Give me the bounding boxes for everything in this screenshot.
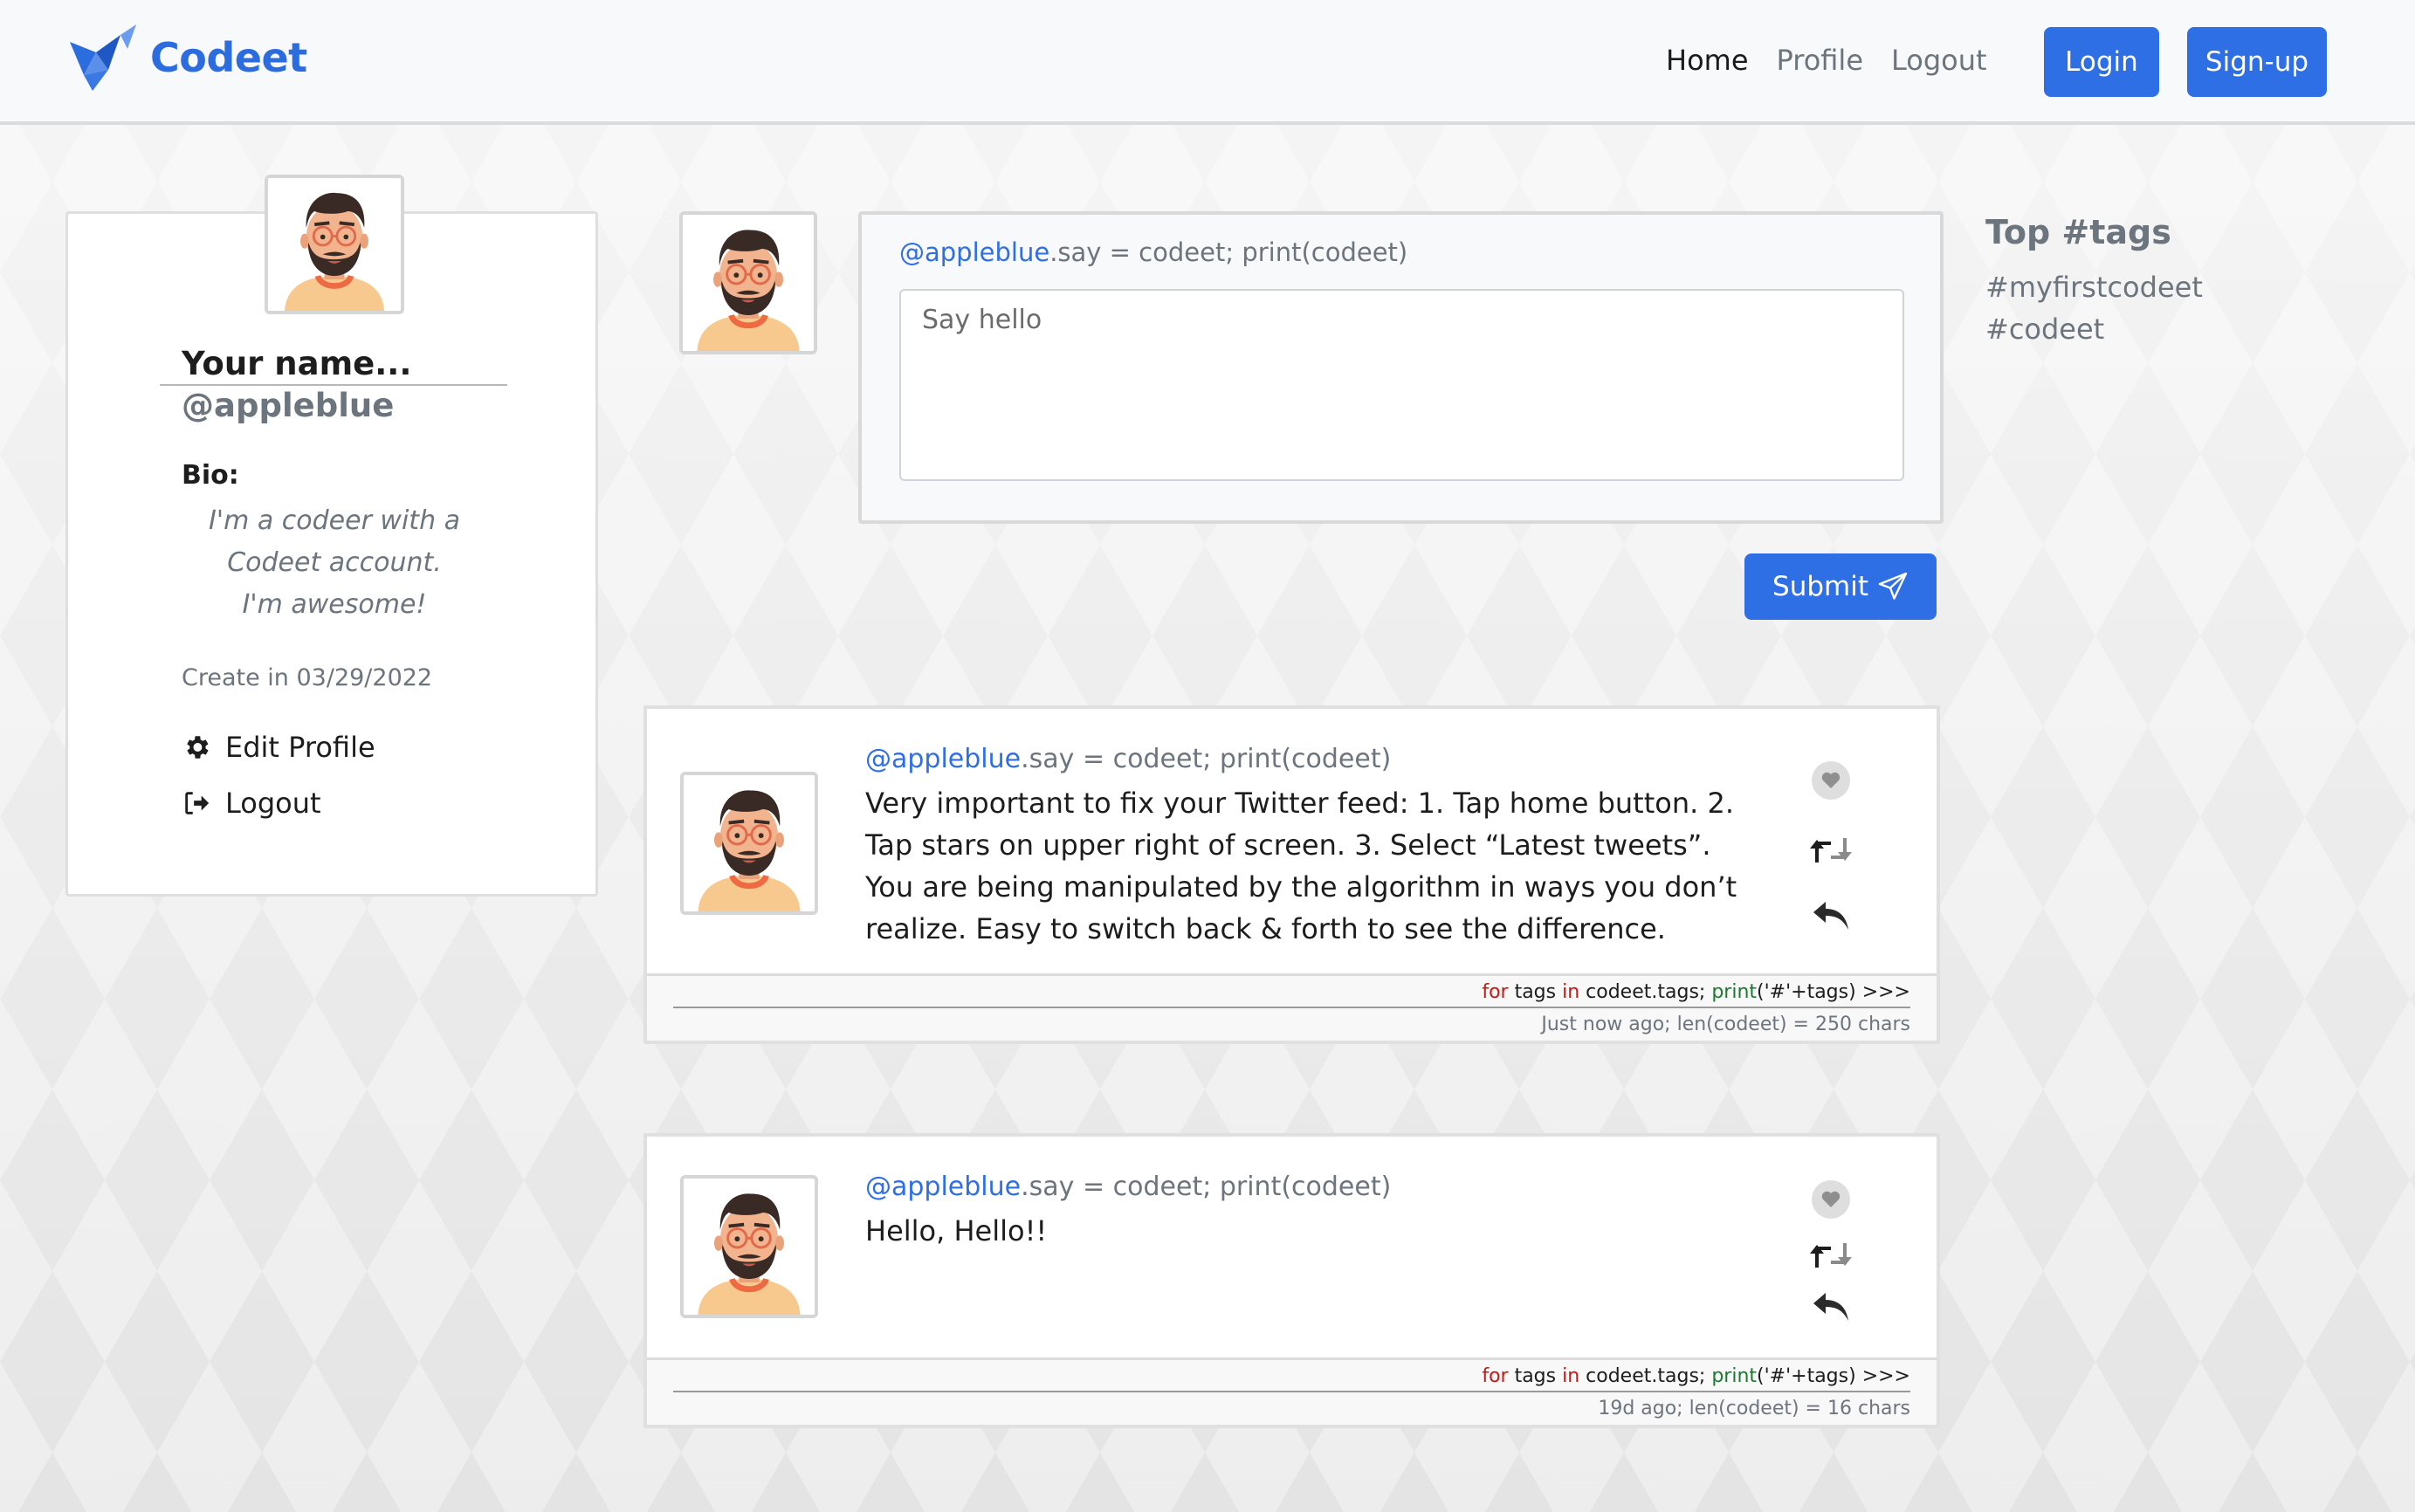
- signup-button[interactable]: Sign-up: [2187, 27, 2327, 97]
- nav-links: Home Profile Logout: [1666, 44, 1987, 77]
- like-button[interactable]: [1808, 758, 1854, 803]
- post-footer: for tags in codeet.tags; print('#'+tags)…: [647, 1357, 1937, 1425]
- code-fn: print: [1711, 981, 1758, 1003]
- logout-label: Logout: [225, 787, 321, 820]
- compose-handle[interactable]: @appleblue: [899, 237, 1049, 267]
- profile-handle: @appleblue: [182, 387, 395, 424]
- brand-name: Codeet: [150, 34, 307, 81]
- nav-logout[interactable]: Logout: [1891, 44, 1987, 77]
- post-card: @appleblue.say = codeet; print(codeet) V…: [643, 705, 1940, 1044]
- post-code-line: for tags in codeet.tags; print('#'+tags)…: [673, 1360, 1910, 1392]
- post-say-suffix: .say = codeet; print(codeet): [1021, 1172, 1392, 1202]
- bio-text: I'm a codeer with a Codeet account. I'm …: [208, 505, 461, 620]
- post-handle[interactable]: @appleblue: [865, 1172, 1021, 1202]
- post-meta: Just now ago; len(codeet) = 250 chars: [1541, 1014, 1910, 1035]
- reply-button[interactable]: [1808, 1285, 1854, 1330]
- paper-plane-icon: [1878, 572, 1908, 600]
- reply-button[interactable]: [1808, 894, 1854, 939]
- retweet-icon: [1810, 838, 1852, 863]
- avatar: [680, 772, 818, 915]
- tag-link[interactable]: #myfirstcodeet: [1985, 271, 2203, 304]
- edit-profile-label: Edit Profile: [225, 731, 375, 764]
- code-text: codeet.tags;: [1579, 981, 1712, 1003]
- heart-icon: [1812, 761, 1850, 800]
- compose-input[interactable]: [899, 289, 1904, 481]
- sign-out-icon: [185, 792, 210, 814]
- reply-icon: [1813, 902, 1848, 930]
- post-card: @appleblue.say = codeet; print(codeet) H…: [643, 1133, 1940, 1428]
- login-button[interactable]: Login: [2044, 27, 2159, 97]
- avatar: [265, 175, 404, 314]
- logout-link[interactable]: Logout: [182, 787, 321, 820]
- code-kw-in: in: [1562, 981, 1580, 1003]
- compose-say-line: @appleblue.say = codeet; print(codeet): [899, 237, 1407, 267]
- post-meta: 19d ago; len(codeet) = 16 chars: [1598, 1398, 1910, 1419]
- brand[interactable]: Codeet: [66, 23, 307, 93]
- post-say-suffix: .say = codeet; print(codeet): [1021, 744, 1392, 774]
- code-text: ('#'+tags) >>>: [1757, 981, 1910, 1003]
- created-date: Create in 03/29/2022: [182, 664, 433, 691]
- code-text: ('#'+tags) >>>: [1757, 1365, 1910, 1387]
- post-text: Hello, Hello!!: [865, 1214, 1048, 1247]
- tag-link[interactable]: #codeet: [1985, 313, 2104, 346]
- code-fn: print: [1711, 1365, 1758, 1387]
- heart-icon: [1812, 1180, 1850, 1219]
- reply-icon: [1813, 1293, 1848, 1321]
- nav-profile[interactable]: Profile: [1777, 44, 1864, 77]
- submit-button[interactable]: Submit: [1744, 553, 1937, 620]
- code-kw-in: in: [1562, 1365, 1580, 1387]
- code-text: tags: [1508, 981, 1563, 1003]
- code-kw-for: for: [1482, 1365, 1509, 1387]
- post-say-line: @appleblue.say = codeet; print(codeet): [865, 1172, 1391, 1202]
- navbar: Codeet Home Profile Logout Login Sign-up: [0, 0, 2415, 125]
- post-text: Very important to fix your Twitter feed:…: [865, 787, 1737, 945]
- compose-box: @appleblue.say = codeet; print(codeet): [858, 211, 1944, 524]
- post-footer: for tags in codeet.tags; print('#'+tags)…: [647, 973, 1937, 1041]
- code-text: tags: [1508, 1365, 1563, 1387]
- submit-label: Submit: [1772, 571, 1868, 602]
- avatar: [680, 1175, 818, 1318]
- like-button[interactable]: [1808, 1177, 1854, 1222]
- retweet-icon: [1810, 1243, 1852, 1268]
- origami-bird-logo-icon: [70, 24, 136, 91]
- post-handle[interactable]: @appleblue: [865, 744, 1021, 774]
- compose-say-suffix: .say = codeet; print(codeet): [1049, 237, 1408, 267]
- retweet-button[interactable]: [1808, 1233, 1854, 1278]
- post-code-line: for tags in codeet.tags; print('#'+tags)…: [673, 976, 1910, 1008]
- retweet-button[interactable]: [1808, 828, 1854, 873]
- code-text: codeet.tags;: [1579, 1365, 1712, 1387]
- code-kw-for: for: [1482, 981, 1509, 1003]
- edit-profile-link[interactable]: Edit Profile: [182, 731, 375, 764]
- bio-label: Bio:: [182, 460, 239, 491]
- avatar: [679, 211, 817, 354]
- nav-home[interactable]: Home: [1666, 44, 1749, 77]
- gear-icon: [187, 736, 209, 759]
- profile-card: Your name... @appleblue Bio: I'm a codee…: [65, 175, 598, 897]
- post-say-line: @appleblue.say = codeet; print(codeet): [865, 744, 1391, 774]
- top-tags-title: Top #tags: [1985, 213, 2171, 251]
- profile-name: Your name...: [182, 345, 412, 382]
- profile-name-field[interactable]: Your name...: [160, 345, 507, 386]
